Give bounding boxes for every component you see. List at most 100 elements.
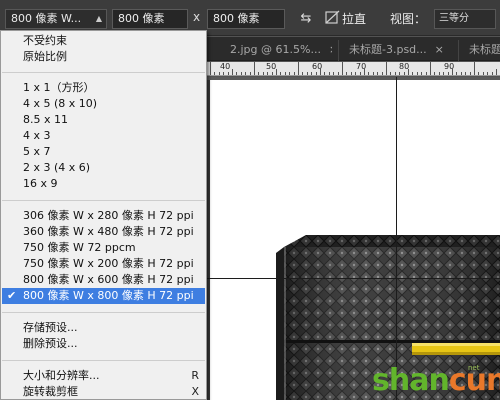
ruler-tick [218,72,220,75]
ruler-tick [460,72,462,75]
aspect-ratio-dropdown-menu: 不受约束 原始比例 1 x 1（方形） 4 x 5 (8 x 10) 8.5 x… [0,30,207,400]
ruler-tick [452,69,453,75]
menu-item-label: 旋转裁剪框 [23,385,78,398]
ruler-tick [491,72,493,75]
ruler-tick [293,72,295,75]
ruler-tick [430,61,431,75]
ruler-tick [416,72,418,75]
menu-item-preset[interactable]: 750 像素 W 72 ppcm [2,240,205,256]
menu-item-original-ratio[interactable]: 原始比例 [2,49,205,65]
menu-item-ratio[interactable]: 4 x 3 [2,128,205,144]
ruler-tick [328,72,330,75]
canvas-edge [207,80,210,400]
ruler-tick [249,72,251,75]
menu-item-preset[interactable]: 750 像素 W x 200 像素 H 72 ppi [2,256,205,272]
ruler-tick [390,72,392,75]
ruler-tick [447,72,449,75]
swap-dimensions-button[interactable]: ⇆ [295,9,317,29]
menu-item-unconstrained[interactable]: 不受约束 [2,33,205,49]
ruler-tick [350,72,352,75]
menu-item-ratio[interactable]: 1 x 1（方形） [2,80,205,96]
ruler-tick [311,72,313,75]
menu-separator [2,200,205,201]
ruler-tick [399,72,401,75]
watermark-logo: shancun [372,363,500,398]
menu-item-ratio[interactable]: 5 x 7 [2,144,205,160]
menu-item-rotate-crop-box[interactable]: 旋转裁剪框 X [2,384,205,400]
tab-document-1[interactable]: 2.jpg @ 61.5%... × [220,40,332,61]
ruler-tick [324,72,326,75]
ruler-tick [394,72,396,75]
ruler-label: 40 [220,62,231,71]
ruler-tick [210,61,211,75]
ruler-tick [240,72,242,75]
ruler-tick [223,72,225,75]
ruler-tick [271,72,273,75]
ruler-tick [482,72,484,75]
ruler-tick [469,72,471,75]
chevron-down-icon: ▲︎ [95,14,102,23]
width-input[interactable]: 800 像素 [112,9,188,29]
ruler-tick [267,72,269,75]
ruler-tick [302,72,304,75]
menu-item-preset[interactable]: 360 像素 W x 480 像素 H 72 ppi [2,224,205,240]
ruler-tick [372,72,374,75]
ruler-tick [342,61,343,75]
menu-item-preset[interactable]: 306 像素 W x 280 像素 H 72 ppi [2,208,205,224]
close-icon[interactable]: × [329,43,332,56]
view-overlay-select[interactable]: 三等分 [434,9,496,29]
close-icon[interactable]: × [435,43,444,56]
menu-separator [2,360,205,361]
ruler-tick [258,72,260,75]
menu-item-ratio[interactable]: 16 x 9 [2,176,205,192]
ruler-tick [465,72,467,75]
ruler-tick [333,72,335,75]
ruler-tick [368,72,370,75]
menu-item-preset-selected[interactable]: ✔ 800 像素 W x 800 像素 H 72 ppi [2,288,205,304]
ruler-tick [355,72,357,75]
ruler-tick [456,72,458,75]
menu-item-label: 大小和分辨率... [23,369,100,382]
tab-document-3[interactable]: 未标题 [458,40,500,61]
tab-label: 未标题 [469,43,500,56]
ruler-tick [438,72,440,75]
ruler-tick [487,72,489,75]
ruler-tick [386,61,387,75]
menu-item-ratio[interactable]: 2 x 3 (4 x 6) [2,160,205,176]
ruler-tick [359,72,361,75]
ruler-tick [236,72,238,75]
aspect-ratio-select[interactable]: 800 像素 W... ▲︎ [5,9,107,29]
ruler-tick [377,72,379,75]
menu-item-size-resolution[interactable]: 大小和分辨率... R [2,368,205,384]
ruler-tick [443,72,445,75]
aspect-ratio-value: 800 像素 W... [11,12,82,25]
tab-document-2[interactable]: 未标题-3.psd... × [338,40,452,61]
menu-item-save-preset[interactable]: 存储预设... [2,320,205,336]
ruler-tick [337,72,339,75]
ruler-tick [412,72,414,75]
tab-label: 未标题-3.psd... [349,43,427,56]
view-label: 视图： [390,12,427,26]
dimension-separator: x [193,10,201,24]
straighten-label: 拉直 [342,12,367,26]
ruler-tick [315,72,317,75]
straighten-icon[interactable] [324,9,342,27]
ruler-tick [434,72,436,75]
ruler-tick [381,72,383,75]
menu-item-preset[interactable]: 800 像素 W x 600 像素 H 72 ppi [2,272,205,288]
ruler-tick [478,72,480,75]
menu-item-label: 800 像素 W x 800 像素 H 72 ppi [23,289,194,302]
ruler-tick [474,61,475,75]
menu-item-delete-preset[interactable]: 删除预设... [2,336,205,352]
tab-label: 2.jpg @ 61.5%... [230,43,321,56]
menu-item-ratio[interactable]: 4 x 5 (8 x 10) [2,96,205,112]
ruler-tick [289,72,291,75]
ruler-tick [346,72,348,75]
ruler-tick [364,69,365,75]
ruler-tick [496,69,497,75]
ruler-tick [214,72,216,75]
height-input[interactable]: 800 像素 [207,9,285,29]
menu-item-ratio[interactable]: 8.5 x 11 [2,112,205,128]
crop-guide-vertical[interactable] [396,77,397,400]
ruler-tick [280,72,282,75]
